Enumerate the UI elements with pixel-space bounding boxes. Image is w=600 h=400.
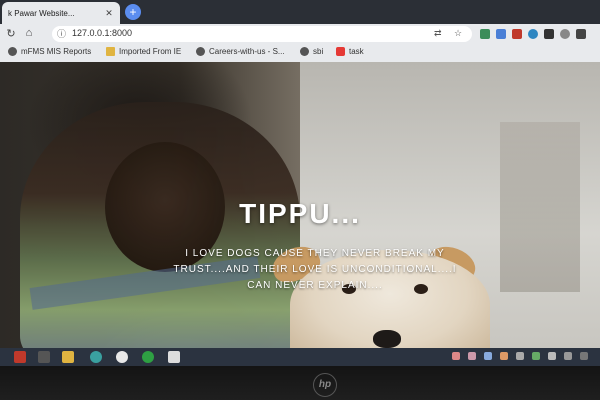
- taskbar-app-icon[interactable]: [142, 351, 154, 363]
- taskbar-app-icon[interactable]: [14, 351, 26, 363]
- bookmark-item[interactable]: Imported From IE: [106, 47, 181, 56]
- tray-icon[interactable]: [564, 352, 572, 360]
- extension-icon[interactable]: [496, 29, 506, 39]
- tray-icon[interactable]: [484, 352, 492, 360]
- tab-title: k Pawar Website...: [8, 8, 75, 18]
- home-icon[interactable]: ⌂: [22, 27, 36, 39]
- hp-logo: hp: [313, 373, 337, 397]
- extension-icon[interactable]: [544, 29, 554, 39]
- taskbar-app-icon[interactable]: [90, 351, 102, 363]
- windows-taskbar: [0, 348, 600, 366]
- browser-toolbar: ↻ ⌂ ⓘ 127.0.0.1:8000 ⇄ ☆: [0, 24, 600, 44]
- taskbar-app-icon[interactable]: [168, 351, 180, 363]
- extension-icon[interactable]: [512, 29, 522, 39]
- extension-icon[interactable]: [480, 29, 490, 39]
- tray-icon[interactable]: [532, 352, 540, 360]
- browser-tab[interactable]: k Pawar Website... ✕: [2, 2, 120, 24]
- tray-icon[interactable]: [468, 352, 476, 360]
- new-tab-button[interactable]: +: [125, 4, 141, 20]
- info-icon[interactable]: ⓘ: [57, 27, 66, 40]
- globe-icon: [300, 47, 309, 56]
- reload-icon[interactable]: ↻: [4, 27, 18, 40]
- folder-icon: [106, 47, 115, 56]
- bookmark-item[interactable]: sbi: [300, 47, 323, 56]
- globe-icon: [196, 47, 205, 56]
- tray-icon[interactable]: [548, 352, 556, 360]
- hero-banner: TIPPU... I LOVE DOGS CAUSE THEY NEVER BR…: [0, 62, 600, 348]
- tray-icon[interactable]: [500, 352, 508, 360]
- youtube-icon: [336, 47, 345, 56]
- puzzle-icon[interactable]: [576, 29, 586, 39]
- tray-icon[interactable]: [580, 352, 588, 360]
- url-text: 127.0.0.1:8000: [72, 28, 133, 38]
- extension-icon[interactable]: [560, 29, 570, 39]
- folder-icon[interactable]: [62, 351, 74, 363]
- tray-icon[interactable]: [452, 352, 460, 360]
- bookmark-item[interactable]: task: [336, 47, 364, 56]
- taskbar-app-icon[interactable]: [38, 351, 50, 363]
- bookmark-item[interactable]: Careers-with-us - S...: [196, 47, 285, 56]
- bookmark-item[interactable]: mFMS MIS Reports: [8, 47, 91, 56]
- translate-icon[interactable]: ⇄: [434, 28, 442, 39]
- bookmark-star-icon[interactable]: ☆: [454, 28, 462, 39]
- globe-icon: [8, 47, 17, 56]
- bookmarks-bar: mFMS MIS Reports Imported From IE Career…: [0, 44, 600, 63]
- chrome-icon[interactable]: [116, 351, 128, 363]
- tab-strip: k Pawar Website... ✕ +: [0, 0, 600, 24]
- extension-icon[interactable]: [528, 29, 538, 39]
- laptop-bezel: [0, 366, 600, 400]
- hero-text: I LOVE DOGS CAUSE THEY NEVER BREAK MY TR…: [173, 248, 457, 291]
- dog-nose: [373, 330, 401, 348]
- address-bar[interactable]: ⓘ 127.0.0.1:8000 ⇄ ☆: [52, 26, 472, 42]
- hero-title: TIPPU...: [239, 198, 361, 229]
- tray-icon[interactable]: [516, 352, 524, 360]
- close-icon[interactable]: ✕: [104, 8, 114, 19]
